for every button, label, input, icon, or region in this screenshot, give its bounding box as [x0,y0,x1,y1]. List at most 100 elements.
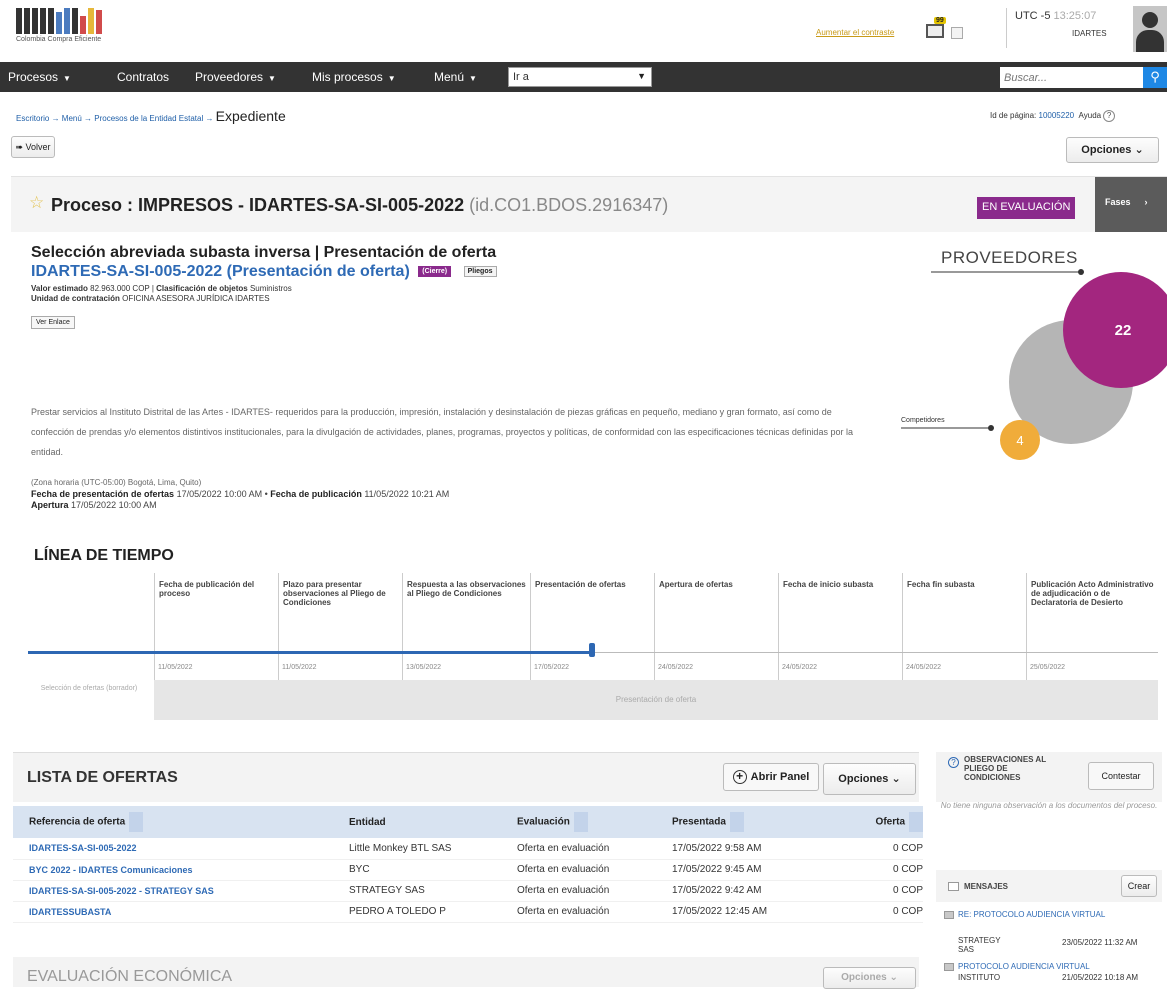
offer-ref-link[interactable]: IDARTES-SA-SI-005-2022 - STRATEGY SAS [13,880,333,902]
main-nav: Procesos ▼ Contratos Proveedores ▼ Mis pro… [0,62,1167,92]
providers-count: 22 [1115,322,1132,339]
answer-button[interactable]: Contestar [1088,762,1154,790]
chevron-down-icon: ▼ [469,74,477,83]
help-link[interactable]: Ayuda [1079,111,1102,120]
timeline-date: 13/05/2022 [406,664,442,671]
search-icon[interactable]: ⚲ [1143,67,1167,88]
pub-date: 11/05/2022 10:21 AM [364,489,450,499]
nav-proveedores[interactable]: Proveedores ▼ [195,70,276,84]
nav-procesos[interactable]: Procesos ▼ [8,70,71,84]
sort-icon[interactable] [129,812,144,832]
offer-date: 17/05/2022 10:00 AM [176,489,263,499]
nav-menu[interactable]: Menú ▼ [434,70,477,84]
breadcrumb-escritorio[interactable]: Escritorio [16,114,49,123]
message-subject[interactable]: RE: PROTOCOLO AUDIENCIA VIRTUAL [958,910,1162,920]
star-icon[interactable]: ☆ [29,193,44,213]
avatar-body [1136,30,1164,52]
column-header[interactable]: Entidad [333,806,501,838]
breadcrumb-procesos[interactable]: Procesos de la Entidad Estatal [94,114,203,123]
chevron-down-icon: ▼ [268,74,276,83]
view-link-button[interactable]: Ver Enlace [31,316,75,329]
table-row: BYC 2022 - IDARTES Comunicaciones BYC Of… [13,859,923,881]
timeline-progress [28,651,593,654]
table-cell: Oferta en evaluación [501,880,656,902]
table-row: IDARTESSUBASTA PEDRO A TOLEDO P Oferta e… [13,901,923,923]
message-item[interactable]: RE: PROTOCOLO AUDIENCIA VIRTUAL STRATEGY… [940,910,1162,954]
offers-options-button[interactable]: Opciones ⌄ [823,763,916,795]
options-button[interactable]: Opciones ⌄ [1066,137,1159,163]
question-icon: ? [948,757,959,768]
table-cell: 0 COP [816,859,923,881]
pliegos-tag[interactable]: Pliegos [463,266,497,278]
status-badge: EN EVALUACIÓN [977,197,1076,219]
back-label: Volver [25,142,51,152]
sort-icon[interactable] [573,812,588,832]
open-panel-button[interactable]: + Abrir Panel [723,763,819,791]
phases-button[interactable]: Fases › [1095,177,1167,233]
message-date: 23/05/2022 11:32 AM [1062,938,1138,947]
goto-select[interactable]: Ir a ▼ [508,67,652,87]
timezone-note: (Zona horaria (UTC-05:00) Bogotá, Lima, … [31,478,202,487]
offer-ref-link[interactable]: IDARTESSUBASTA [13,901,333,923]
table-cell: Oferta en evaluación [501,901,656,923]
competitors-leader-dot [988,425,994,431]
messages-icon[interactable]: 99 [926,17,946,38]
table-cell: 17/05/2022 12:45 AM [656,901,816,923]
table-cell: Oferta en evaluación [501,838,656,860]
options-label: Opciones [838,773,889,785]
notification-icon[interactable] [951,27,963,39]
value-label: Valor estimado [31,284,88,293]
timeline-date: 24/05/2022 [906,664,942,671]
table-cell: 0 COP [816,838,923,860]
help-icon[interactable]: ? [1103,110,1116,122]
chevron-down-icon: ⌄ [1134,144,1144,156]
create-message-button[interactable]: Crear [1121,875,1157,897]
column-header[interactable]: Evaluación [501,806,656,838]
page-id-label: Id de página: [990,111,1037,120]
logo-mark [16,8,140,34]
class-label: Clasificación de objetos [156,284,248,293]
cierre-tag[interactable]: (Cierre) [418,266,452,278]
messages-count: 99 [934,17,946,24]
pub-date-label: Fecha de publicación [270,489,362,499]
column-header[interactable]: Presentada [656,806,816,838]
table-cell: 0 COP [816,880,923,902]
timeline-current-marker [589,643,595,657]
contrast-link[interactable]: Aumentar el contraste [816,28,894,37]
opening-value: 17/05/2022 10:00 AM [71,500,157,510]
nav-label: Menú [434,70,465,84]
logo[interactable]: Colombia Compra Eficiente [16,8,140,44]
class-value: Suministros [249,284,292,293]
process-reference: IDARTES-SA-SI-005-2022 (Presentación de … [31,263,497,281]
offers-title: LISTA DE OFERTAS [27,769,178,786]
logo-caption: Colombia Compra Eficiente [16,36,102,43]
back-arrow-icon: ➠ [15,142,23,152]
process-reference-link[interactable]: IDARTES-SA-SI-005-2022 (Presentación de … [31,263,410,280]
timeline: Fecha de publicación del proceso Plazo p… [28,568,1158,728]
message-from: STRATEGY SAS [958,936,1001,954]
nav-label: Mis procesos [312,70,383,84]
offer-ref-link[interactable]: BYC 2022 - IDARTES Comunicaciones [13,859,333,881]
timeline-date: 24/05/2022 [782,664,818,671]
nav-contratos[interactable]: Contratos [117,70,169,84]
column-header[interactable]: Referencia de oferta [13,806,333,838]
column-header[interactable]: Oferta [816,806,923,838]
message-item[interactable]: PROTOCOLO AUDIENCIA VIRTUAL INSTITUTO 21… [940,962,1162,984]
phases-label: Fases [1105,197,1131,207]
table-cell: 17/05/2022 9:45 AM [656,859,816,881]
sort-icon[interactable] [729,812,744,832]
offer-ref-link[interactable]: IDARTES-SA-SI-005-2022 [13,838,333,860]
eval-options-button[interactable]: Opciones ⌄ [823,967,916,989]
breadcrumb-menu[interactable]: Menú [62,114,82,123]
message-subject[interactable]: PROTOCOLO AUDIENCIA VIRTUAL [958,962,1162,972]
messages-header: MENSAJES Crear [936,870,1162,902]
sort-icon[interactable] [909,812,923,832]
providers-leader-dot [1078,269,1084,275]
page-title: Expediente [215,108,286,124]
search-input[interactable] [1000,67,1143,88]
table-cell: Little Monkey BTL SAS [333,838,501,860]
process-title: Proceso : IMPRESOS - IDARTES-SA-SI-005-2… [51,195,668,216]
nav-mis-procesos[interactable]: Mis procesos ▼ [312,70,396,84]
back-button[interactable]: ➠ Volver [11,136,55,158]
avatar[interactable] [1133,6,1167,52]
